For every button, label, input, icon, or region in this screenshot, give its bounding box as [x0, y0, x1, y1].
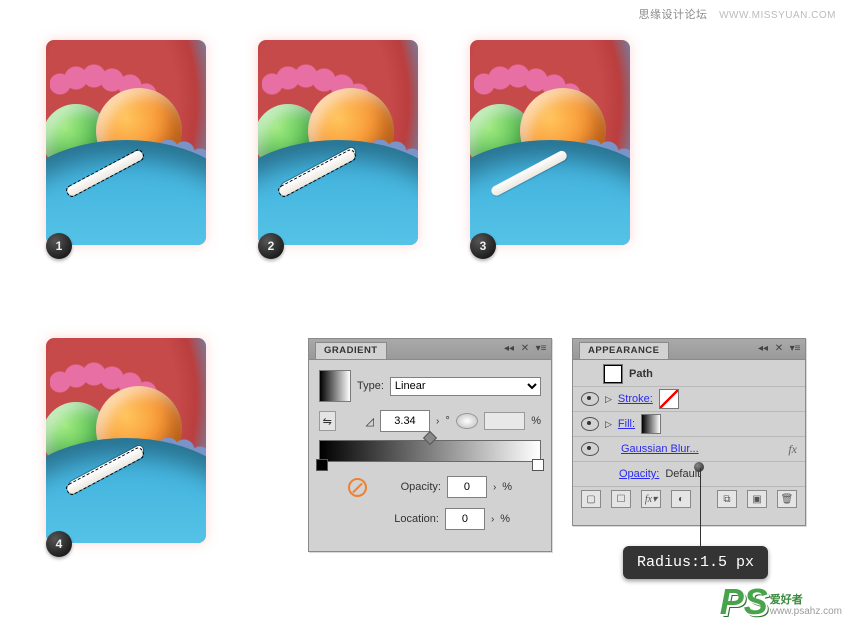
visibility-eye-icon[interactable] — [581, 442, 599, 456]
opacity-input[interactable] — [447, 476, 487, 498]
appearance-panel-header: APPEARANCE ◂◂ ✕ ▾≡ — [573, 339, 805, 360]
watermark-top: 思缘设计论坛 WWW.MISSYUAN.COM — [639, 6, 836, 22]
candy-illustration — [470, 40, 630, 245]
reverse-gradient-icon[interactable]: ⇋ — [319, 411, 336, 431]
path-thumb-icon — [603, 364, 623, 384]
watermark-top-url: WWW.MISSYUAN.COM — [719, 10, 836, 21]
path-label: Path — [629, 368, 653, 380]
fill-link[interactable]: Fill: — [618, 418, 635, 430]
footer-new-icon[interactable]: ▣ — [747, 490, 767, 508]
ps-tagline: 爱好者 — [770, 594, 842, 606]
location-input[interactable] — [445, 508, 485, 530]
fx-badge: fx — [788, 442, 797, 457]
panel-close-icon[interactable]: ✕ — [519, 342, 531, 354]
aspect-ratio-suffix: % — [531, 415, 541, 427]
footer-delete-icon[interactable]: 🗑 — [777, 490, 797, 508]
opacity-suffix: % — [502, 481, 512, 493]
appearance-panel: APPEARANCE ◂◂ ✕ ▾≡ Path ▷ Stroke: ▷ Fill… — [572, 338, 806, 526]
panel-menu-icon[interactable]: ▾≡ — [789, 342, 801, 354]
not-allowed-icon — [348, 478, 367, 497]
footer-new-art-icon[interactable]: ▢ — [581, 490, 601, 508]
location-label: Location: — [379, 513, 439, 525]
gradient-slider[interactable] — [319, 440, 541, 462]
watermark-bottom: PS 爱好者 www.psahz.com — [720, 588, 842, 617]
gradient-midpoint-handle[interactable] — [423, 431, 437, 445]
expand-icon[interactable]: ▷ — [605, 419, 612, 430]
step-badge-2: 2 — [258, 233, 284, 259]
gradient-panel: GRADIENT ◂◂ ✕ ▾≡ Type: Linear ⇋ ◿ › ° % — [308, 338, 552, 552]
location-stepper[interactable]: › — [491, 514, 494, 525]
panel-close-icon[interactable]: ✕ — [773, 342, 785, 354]
step-1: 1 — [46, 40, 206, 245]
stroke-link[interactable]: Stroke: — [618, 393, 653, 405]
gradient-preview-swatch[interactable] — [319, 370, 351, 402]
stroke-none-swatch[interactable] — [659, 389, 679, 409]
gradient-type-label: Type: — [357, 380, 384, 392]
candy-illustration — [46, 40, 206, 245]
watermark-top-text: 思缘设计论坛 — [639, 9, 708, 21]
footer-duplicate-icon[interactable]: ⧉ — [717, 490, 737, 508]
tooltip-text: Radius:1.5 px — [637, 554, 754, 571]
gradient-stop-left[interactable] — [316, 459, 328, 471]
gradient-type-select[interactable]: Linear — [390, 377, 541, 396]
angle-degree-suffix: ° — [445, 415, 449, 427]
fill-gradient-swatch[interactable] — [641, 414, 661, 434]
appearance-row-stroke[interactable]: ▷ Stroke: — [573, 387, 805, 412]
gradient-panel-title: GRADIENT — [315, 342, 387, 359]
radius-tooltip: Radius:1.5 px — [623, 546, 768, 579]
footer-opacity-icon[interactable]: ◐ — [671, 490, 691, 508]
panel-collapse-icon[interactable]: ◂◂ — [503, 342, 515, 354]
step-badge-4: 4 — [46, 531, 72, 557]
opacity-stepper[interactable]: › — [493, 482, 496, 493]
expand-icon[interactable]: ▷ — [605, 394, 612, 405]
step-3: 3 — [470, 40, 630, 245]
ps-url: www.psahz.com — [770, 606, 842, 617]
step-badge-1: 1 — [46, 233, 72, 259]
visibility-eye-icon[interactable] — [581, 417, 599, 431]
appearance-panel-title: APPEARANCE — [579, 342, 669, 359]
opacity-label: Opacity: — [381, 481, 441, 493]
aspect-ratio-field[interactable] — [484, 412, 525, 430]
callout-dot — [694, 462, 704, 472]
step-2: 2 — [258, 40, 418, 245]
footer-fx-menu[interactable]: fx▾ — [641, 490, 661, 508]
step-4: 4 — [46, 338, 206, 543]
appearance-footer: ▢ ☐ fx▾ ◐ ⧉ ▣ 🗑 — [573, 487, 805, 511]
angle-icon: ◿ — [366, 415, 374, 428]
gradient-angle-input[interactable] — [380, 410, 430, 432]
opacity-link[interactable]: Opacity: — [619, 468, 659, 480]
candy-illustration — [258, 40, 418, 245]
appearance-row-path[interactable]: Path — [573, 362, 805, 387]
panel-collapse-icon[interactable]: ◂◂ — [757, 342, 769, 354]
footer-clear-icon[interactable]: ☐ — [611, 490, 631, 508]
callout-line — [700, 468, 701, 546]
appearance-list: Path ▷ Stroke: ▷ Fill: Gaussian Blur... … — [573, 360, 805, 487]
appearance-row-opacity[interactable]: Opacity: Default — [573, 462, 805, 487]
ps-logo: PS — [720, 588, 768, 617]
appearance-row-fill[interactable]: ▷ Fill: — [573, 412, 805, 437]
candy-illustration — [46, 338, 206, 543]
step-badge-3: 3 — [470, 233, 496, 259]
angle-stepper[interactable]: › — [436, 416, 439, 427]
aspect-ratio-icon — [456, 413, 478, 429]
gradient-panel-header: GRADIENT ◂◂ ✕ ▾≡ — [309, 339, 551, 360]
gaussian-blur-link[interactable]: Gaussian Blur... — [621, 443, 699, 455]
gradient-stop-right[interactable] — [532, 459, 544, 471]
panel-menu-icon[interactable]: ▾≡ — [535, 342, 547, 354]
appearance-row-gaussian-blur[interactable]: Gaussian Blur... fx — [573, 437, 805, 462]
location-suffix: % — [500, 513, 510, 525]
visibility-eye-icon[interactable] — [581, 392, 599, 406]
